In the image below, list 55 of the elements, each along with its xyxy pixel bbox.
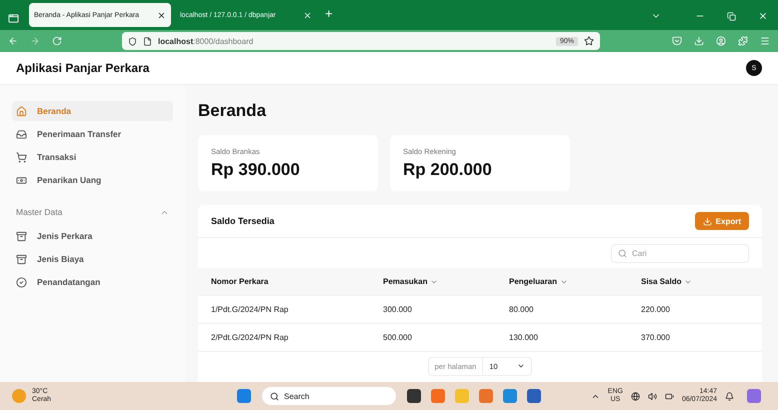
- check-circle-icon: [16, 276, 27, 288]
- card-value: Rp 200.000: [403, 160, 493, 180]
- cart-icon: [16, 152, 27, 162]
- new-tab-button[interactable]: +: [325, 6, 333, 21]
- app-title: Aplikasi Panjar Perkara: [16, 61, 150, 75]
- table-cell-text: 80.000: [509, 305, 534, 314]
- sidebar-item[interactable]: Penarikan Uang: [12, 170, 173, 190]
- table-cell-text: 130.000: [509, 333, 539, 342]
- puzzle-icon[interactable]: [738, 36, 748, 46]
- close-icon[interactable]: [157, 10, 166, 20]
- reload-icon[interactable]: [52, 36, 62, 46]
- back-icon[interactable]: [8, 36, 18, 46]
- chevron-down-icon: [517, 362, 526, 370]
- sidebar-item[interactable]: Jenis Biaya: [12, 249, 173, 269]
- tab-list-icon[interactable]: [8, 13, 19, 24]
- page-heading: Beranda: [198, 101, 268, 121]
- speaker-icon[interactable]: [648, 392, 657, 400]
- sidebar-item[interactable]: Penandatangan: [12, 272, 173, 292]
- column-header[interactable]: Pemasukan: [383, 277, 509, 286]
- table-cell-text: 500.000: [383, 333, 413, 342]
- page-icon: [143, 36, 152, 46]
- search-icon: [270, 392, 279, 400]
- taskbar-search[interactable]: Search: [262, 387, 396, 405]
- star-icon[interactable]: [584, 36, 594, 46]
- column-header[interactable]: Sisa Saldo: [641, 277, 749, 286]
- tray-icon: [16, 254, 27, 264]
- banknote-icon: [16, 174, 27, 186]
- sidebar-item[interactable]: Penerimaan Transfer: [12, 124, 173, 144]
- column-header[interactable]: Pengeluaran: [509, 277, 641, 286]
- sidebar-item[interactable]: Transaksi: [12, 147, 173, 167]
- table-cell-text: 1/Pdt.G/2024/PN Rap: [211, 305, 290, 314]
- menu-icon[interactable]: [760, 36, 770, 46]
- table-cell-text: 300.000: [383, 305, 413, 314]
- sidebar-item[interactable]: Jenis Perkara: [12, 226, 173, 246]
- section-title: Master Data: [16, 207, 62, 217]
- download-icon: [702, 216, 712, 226]
- column-header[interactable]: Nomor Perkara: [211, 277, 383, 286]
- table-cell-text: 370.000: [641, 333, 671, 342]
- tray-icon: [16, 230, 27, 242]
- inbox-icon: [16, 128, 27, 140]
- bell-icon[interactable]: [725, 392, 734, 400]
- home-icon: [16, 106, 27, 116]
- forward-icon[interactable]: [30, 36, 40, 46]
- table-cell-text: 2/Pdt.G/2024/PN Rap: [211, 333, 290, 342]
- battery-icon[interactable]: [664, 392, 674, 400]
- search-icon: [618, 248, 627, 258]
- table-cell-text: 220.000: [641, 305, 671, 314]
- globe-icon[interactable]: [630, 392, 640, 400]
- download-icon[interactable]: [694, 36, 704, 46]
- shield-icon: [128, 36, 137, 46]
- account-icon[interactable]: [716, 36, 726, 46]
- card-value: Rp 390.000: [211, 160, 301, 180]
- table-title: Saldo Tersedia: [211, 216, 274, 226]
- pocket-icon[interactable]: [672, 36, 682, 46]
- restore-icon[interactable]: [727, 12, 736, 21]
